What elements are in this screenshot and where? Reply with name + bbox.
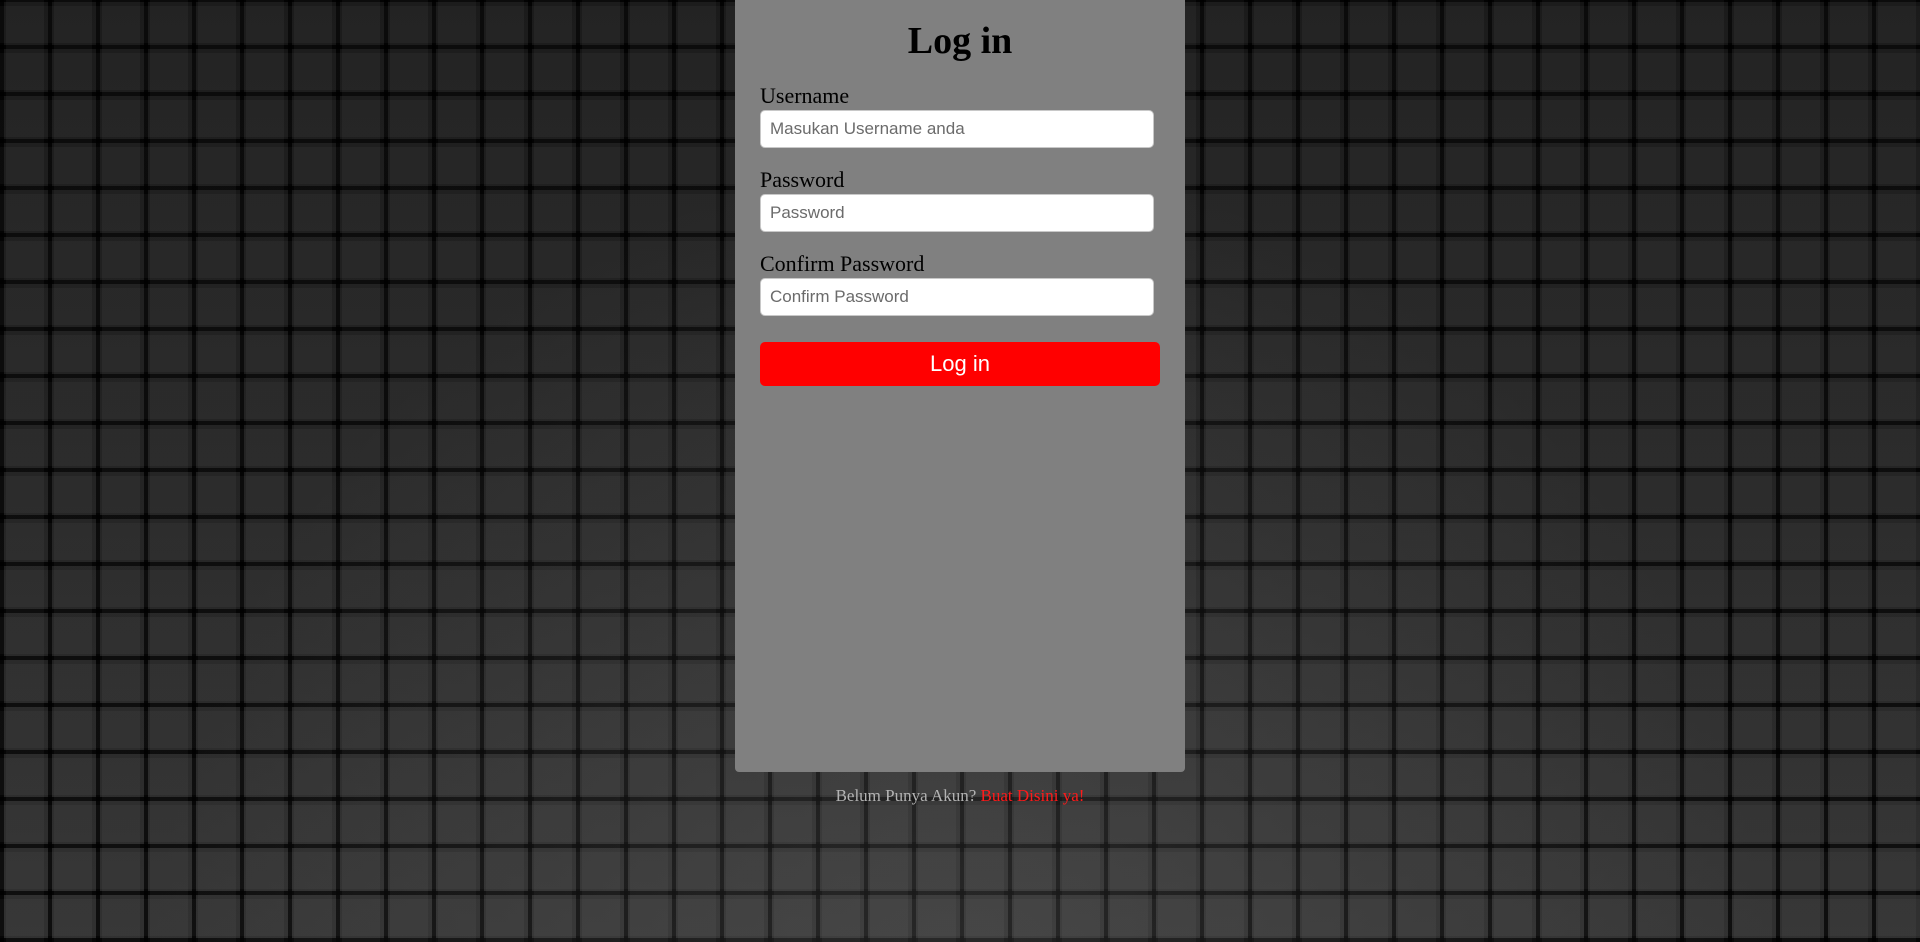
signup-prompt: Belum Punya Akun? Buat Disini ya! (735, 786, 1185, 806)
username-input[interactable] (760, 110, 1154, 148)
login-card: Log in Username Password Confirm Passwor… (735, 0, 1185, 772)
password-label: Password (760, 167, 845, 192)
password-field-group: Password (760, 168, 1160, 232)
page-title: Log in (907, 20, 1013, 62)
password-input[interactable] (760, 194, 1154, 232)
username-field-group: Username (760, 84, 1160, 148)
confirm-password-label: Confirm Password (760, 251, 925, 276)
signup-prompt-text: Belum Punya Akun? (835, 786, 977, 805)
login-button[interactable]: Log in (760, 342, 1160, 386)
username-label: Username (760, 83, 850, 108)
signup-link[interactable]: Buat Disini ya! (981, 786, 1085, 805)
confirm-password-field-group: Confirm Password (760, 252, 1160, 316)
confirm-password-input[interactable] (760, 278, 1154, 316)
